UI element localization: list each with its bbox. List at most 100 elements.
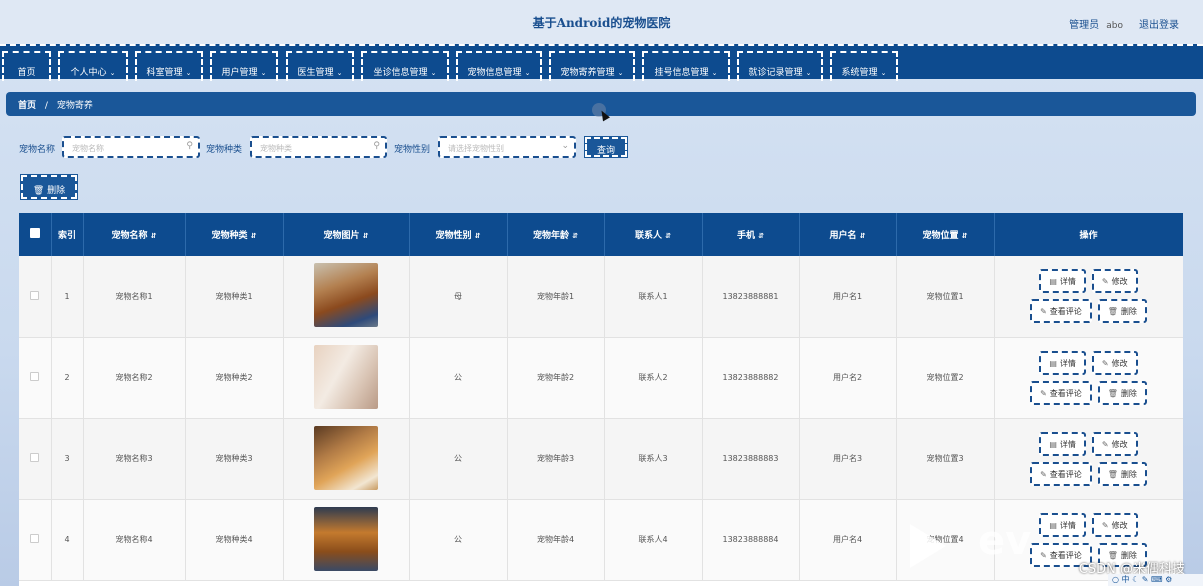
pencil-icon: ✎ [1040, 469, 1047, 479]
nav-item-registration[interactable]: 挂号信息管理 ⌄ [642, 51, 730, 81]
detail-button[interactable]: ▤ 详情 [1039, 512, 1086, 537]
nav-item-pet-info[interactable]: 宠物信息管理 ⌄ [456, 51, 542, 81]
col-phone[interactable]: 手机 ⇵ [702, 213, 800, 256]
document-icon: ▤ [1049, 358, 1057, 368]
col-label: 手机 [737, 231, 756, 241]
select-all-checkbox[interactable] [19, 213, 52, 256]
cell-age: 宠物年龄4 [507, 499, 605, 581]
row-checkbox[interactable] [30, 372, 40, 381]
cell-name: 宠物名称4 [83, 499, 186, 581]
col-contact[interactable]: 联系人 ⇵ [604, 213, 703, 256]
delete-button[interactable]: 🗑 删除 [1097, 299, 1147, 324]
cell-username: 用户名2 [799, 337, 897, 419]
detail-label: 详情 [1059, 439, 1076, 449]
col-label: 宠物性别 [435, 231, 472, 241]
nav-label: 坐诊信息管理 [373, 68, 428, 78]
col-pet-type[interactable]: 宠物种类 ⇵ [185, 213, 284, 256]
chevron-down-icon: ⌄ [805, 69, 812, 77]
edit-button[interactable]: ✎ 修改 [1091, 512, 1138, 537]
col-pet-image[interactable]: 宠物图片 ⇵ [283, 213, 410, 256]
row-checkbox[interactable] [30, 453, 40, 462]
cell-index: 2 [51, 337, 84, 419]
nav-item-consultation[interactable]: 坐诊信息管理 ⌄ [361, 51, 449, 81]
nav-label: 宠物寄养管理 [560, 68, 615, 78]
chevron-down-icon: ⌄ [880, 69, 887, 77]
edit-label: 修改 [1111, 277, 1128, 287]
pet-gender-select[interactable]: 请选择宠物性别 ⌄ [438, 136, 576, 158]
view-comments-button[interactable]: ✎ 查看评论 [1030, 380, 1092, 405]
pet-photo[interactable] [314, 425, 378, 490]
nav-item-department[interactable]: 科室管理 ⌄ [135, 51, 203, 81]
nav-label: 就诊记录管理 [748, 68, 803, 78]
view-comments-button[interactable]: ✎ 查看评论 [1030, 461, 1092, 486]
row-checkbox[interactable] [30, 534, 40, 543]
col-pet-age[interactable]: 宠物年龄 ⇵ [507, 213, 605, 256]
table-header: 索引 宠物名称 ⇵ 宠物种类 ⇵ 宠物图片 ⇵ 宠物性别 ⇵ 宠物年龄 ⇵ 联系人 ⇵ 手机… [19, 213, 1183, 256]
sort-icon: ⇵ [961, 232, 968, 240]
edit-button[interactable]: ✎ 修改 [1091, 350, 1138, 375]
pencil-icon: ✎ [1101, 439, 1109, 449]
row-checkbox-cell[interactable] [19, 418, 52, 500]
row-checkbox[interactable] [30, 290, 40, 300]
row-checkbox-cell[interactable] [19, 256, 52, 338]
col-pet-gender[interactable]: 宠物性别 ⇵ [409, 213, 508, 256]
nav-label: 个人中心 [70, 68, 107, 78]
row-actions: ▤ 详情 ✎ 修改 ✎ 查看评论 🗑 删除 [995, 431, 1183, 486]
cell-gender: 母 [409, 256, 508, 338]
pet-name-input[interactable]: 宠物名称 ⚲ [62, 136, 200, 158]
col-pet-name[interactable]: 宠物名称 ⇵ [83, 213, 186, 256]
detail-label: 详情 [1059, 520, 1076, 530]
cell-age: 宠物年龄2 [507, 337, 605, 419]
detail-button[interactable]: ▤ 详情 [1039, 431, 1086, 456]
nav-item-pet-boarding[interactable]: 宠物寄养管理 ⌄ [549, 51, 635, 81]
detail-button[interactable]: ▤ 详情 [1039, 269, 1086, 294]
pet-photo[interactable] [314, 506, 378, 571]
pet-type-input[interactable]: 宠物种类 ⚲ [250, 136, 387, 158]
col-username[interactable]: 用户名 ⇵ [799, 213, 897, 256]
view-comments-button[interactable]: ✎ 查看评论 [1030, 299, 1092, 324]
nav-item-home[interactable]: 首页 [2, 51, 51, 81]
chevron-down-icon: ⌄ [524, 69, 531, 77]
sort-icon: ⇵ [150, 232, 157, 240]
col-pet-location[interactable]: 宠物位置 ⇵ [896, 213, 995, 256]
actions-row: ▤ 详情 ✎ 修改 [1039, 269, 1138, 294]
row-actions: ▤ 详情 ✎ 修改 ✎ 查看评论 🗑 删除 [995, 350, 1183, 405]
delete-button[interactable]: 🗑 删除 [1097, 461, 1147, 486]
cell-phone: 13823888883 [702, 418, 800, 500]
edit-button[interactable]: ✎ 修改 [1091, 431, 1138, 456]
pet-photo[interactable] [314, 344, 378, 409]
cell-username: 用户名1 [799, 256, 897, 338]
chevron-down-icon: ⌄ [260, 69, 267, 77]
nav-item-personal-center[interactable]: 个人中心 ⌄ [58, 51, 128, 81]
row-actions: ▤ 详情 ✎ 修改 ✎ 查看评论 🗑 删除 [995, 269, 1183, 324]
pet-photo[interactable] [314, 263, 378, 328]
row-checkbox-cell[interactable] [19, 337, 52, 419]
nav-item-visit-records[interactable]: 就诊记录管理 ⌄ [737, 51, 823, 81]
batch-delete-button[interactable]: 🗑 删除 [20, 174, 78, 200]
chevron-down-icon: ⌄ [711, 69, 718, 77]
edit-button[interactable]: ✎ 修改 [1091, 269, 1138, 294]
nav-item-user-management[interactable]: 用户管理 ⌄ [210, 51, 278, 81]
query-button[interactable]: 查询 [584, 136, 628, 158]
delete-button[interactable]: 🗑 删除 [1097, 380, 1147, 405]
chevron-down-icon: ⌄ [185, 69, 192, 77]
breadcrumb-home[interactable]: 首页 [18, 101, 36, 111]
actions-row: ▤ 详情 ✎ 修改 [1039, 512, 1138, 537]
logout-link[interactable]: 退出登录 [1139, 16, 1179, 31]
app-title: 基于Android的宠物医院 [532, 16, 671, 30]
nav-item-doctor-management[interactable]: 医生管理 ⌄ [286, 51, 354, 81]
detail-button[interactable]: ▤ 详情 [1039, 350, 1086, 375]
cell-name: 宠物名称2 [83, 337, 186, 419]
cell-gender: 公 [409, 418, 508, 500]
trash-icon: 🗑 [1107, 307, 1118, 317]
cell-username: 用户名4 [799, 499, 897, 581]
nav-item-system[interactable]: 系统管理 ⌄ [830, 51, 898, 81]
nav-label: 医生管理 [297, 68, 334, 78]
table-row: 1 宠物名称1 宠物种类1 母宠物年龄1 联系人1 13823888881 用户名1 宠物位置… [19, 256, 1183, 338]
delete-label: 删除 [1120, 469, 1137, 479]
cell-contact: 联系人4 [604, 499, 703, 581]
breadcrumb-separator: / [44, 101, 48, 111]
row-checkbox-cell[interactable] [19, 499, 52, 581]
ev-logo-text: ev [978, 518, 1032, 564]
actions-row: ▤ 详情 ✎ 修改 [1039, 350, 1138, 375]
